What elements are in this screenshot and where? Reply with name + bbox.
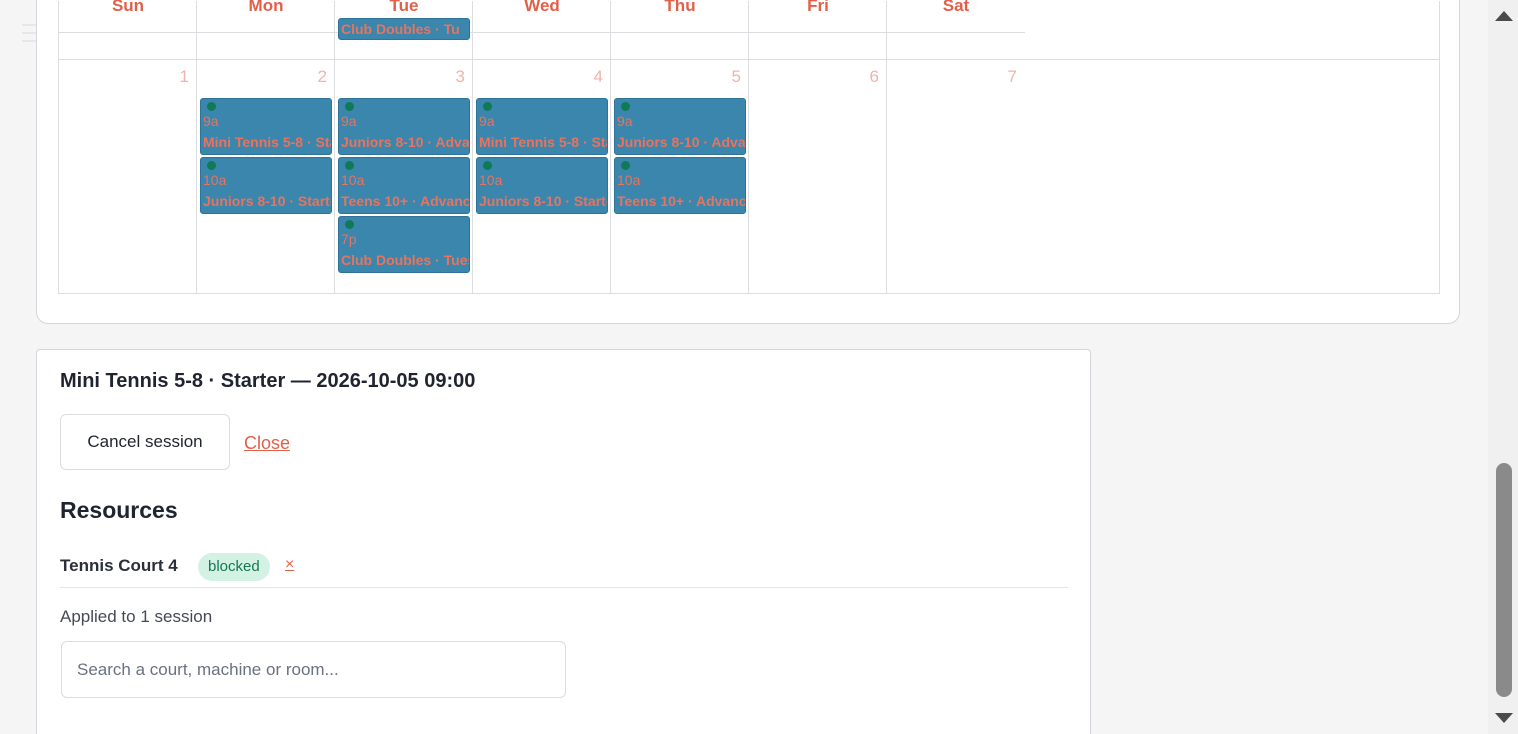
cancel-session-button[interactable]: Cancel session [60, 414, 230, 470]
grid-column-divider [472, 1, 473, 294]
event-title: Teens 10+ · Advanced [617, 193, 746, 209]
status-dot-icon [345, 220, 354, 229]
scroll-down-arrow-icon[interactable] [1495, 713, 1513, 723]
weekday-header-sat: Sat [942, 0, 970, 15]
weekday-header-sun: Sun [111, 0, 145, 15]
weekday-header-thu: Thu [664, 0, 696, 15]
status-dot-icon [483, 161, 492, 170]
event-time: 9a [479, 113, 495, 129]
close-link[interactable]: Close [244, 433, 290, 454]
vertical-scrollbar[interactable] [1488, 0, 1518, 734]
status-dot-icon [207, 161, 216, 170]
status-dot-icon [483, 102, 492, 111]
calendar-event[interactable]: 7p Club Doubles · Tuesday [338, 216, 470, 273]
weekday-header-mon: Mon [248, 0, 284, 15]
resource-name: Tennis Court 4 [60, 556, 178, 575]
day-number: 5 [731, 67, 741, 86]
event-title: Juniors 8-10 · Starter [479, 193, 608, 209]
scroll-thumb[interactable] [1496, 463, 1512, 697]
event-time: 10a [479, 172, 503, 188]
status-dot-icon [621, 161, 630, 170]
status-dot-icon [207, 102, 216, 111]
resources-heading: Resources [60, 497, 178, 523]
session-title: Mini Tennis 5-8 · Starter — 2026-10-05 0… [60, 370, 476, 392]
grid-column-divider [748, 1, 749, 294]
calendar-event[interactable]: 9a Juniors 8-10 · Advanced [338, 98, 470, 155]
day-number: 1 [179, 67, 189, 86]
event-time: 7p [341, 231, 357, 247]
event-title: Mini Tennis 5-8 · Starter [479, 134, 607, 150]
event-title: Juniors 8-10 · Advanced [617, 134, 746, 150]
status-dot-icon [621, 102, 630, 111]
calendar-event[interactable]: 10a Teens 10+ · Advanced [338, 157, 470, 214]
grid-column-divider [334, 1, 335, 294]
event-time: 10a [203, 172, 227, 188]
weekday-header-row: Sun Mon Tue Wed Thu Fri Sat [59, 0, 1025, 23]
grid-column-divider [886, 1, 887, 294]
day-number: 7 [1007, 67, 1017, 86]
session-detail-panel: Mini Tennis 5-8 · Starter — 2026-10-05 0… [36, 349, 1091, 734]
grid-row-divider [59, 59, 1439, 60]
grid-column-divider [610, 1, 611, 294]
weekday-header-fri: Fri [807, 0, 829, 15]
resource-row: Tennis Court 4 blocked × [60, 550, 1068, 588]
calendar-event[interactable]: 9a Mini Tennis 5-8 · Starter [476, 98, 608, 155]
calendar-event[interactable]: 9a Juniors 8-10 · Advanced [614, 98, 746, 155]
event-time: 9a [617, 113, 633, 129]
calendar-event[interactable]: 10a Juniors 8-10 · Starter [476, 157, 608, 214]
status-dot-icon [345, 161, 354, 170]
event-title: Club Doubles · Tu [341, 21, 460, 37]
day-number: 3 [455, 67, 465, 86]
status-dot-icon [345, 102, 354, 111]
event-title: Teens 10+ · Advanced [341, 193, 470, 209]
scroll-up-arrow-icon[interactable] [1495, 11, 1513, 21]
calendar-event[interactable]: Club Doubles · Tu [338, 18, 470, 40]
calendar-event[interactable]: 10a Juniors 8-10 · Starter [200, 157, 332, 214]
event-title: Juniors 8-10 · Advanced [341, 134, 470, 150]
event-title: Mini Tennis 5-8 · Starter [203, 134, 331, 150]
day-number: 2 [317, 67, 327, 86]
calendar-grid: Sun Mon Tue Wed Thu Fri Sat 1 2 3 4 5 6 7 Club Double… [58, 0, 1440, 294]
event-title: Juniors 8-10 · Starter [203, 193, 332, 209]
calendar-event[interactable]: 9a Mini Tennis 5-8 · Starter [200, 98, 332, 155]
grid-column-divider [196, 1, 197, 294]
grid-row-divider [59, 32, 1025, 33]
event-time: 10a [617, 172, 641, 188]
resource-search-input[interactable] [61, 641, 566, 698]
event-time: 9a [203, 113, 219, 129]
day-number: 6 [869, 67, 879, 86]
event-time: 9a [341, 113, 357, 129]
weekday-header-wed: Wed [524, 0, 560, 15]
remove-resource-button[interactable]: × [285, 556, 294, 574]
event-title: Club Doubles · Tuesday [341, 252, 469, 268]
calendar-event[interactable]: 10a Teens 10+ · Advanced [614, 157, 746, 214]
day-number: 4 [593, 67, 603, 86]
applied-count-text: Applied to 1 session [60, 607, 213, 626]
status-badge: blocked [198, 553, 270, 581]
calendar-card: Sun Mon Tue Wed Thu Fri Sat 1 2 3 4 5 6 7 Club Double… [36, 0, 1460, 324]
event-time: 10a [341, 172, 365, 188]
